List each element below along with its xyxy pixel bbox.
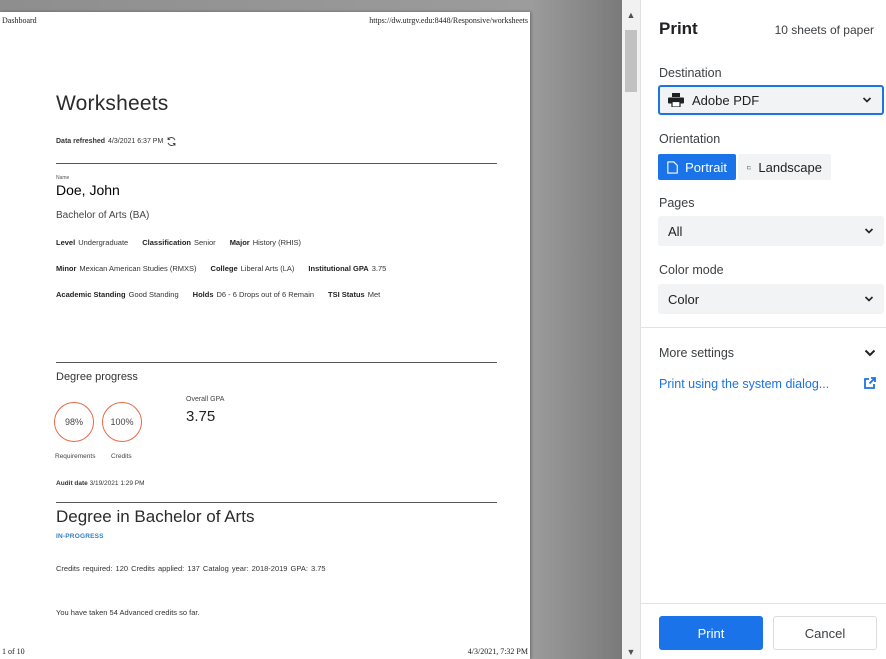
divider: [56, 502, 497, 503]
landscape-label: Landscape: [758, 159, 822, 175]
overall-gpa-label: Overall GPA: [186, 396, 225, 403]
credits-summary: Credits required: 120 Credits applied: 1…: [56, 564, 326, 573]
level-value: Undergraduate: [78, 238, 129, 247]
standing-value: Good Standing: [128, 290, 179, 299]
requirements-label: Requirements: [55, 453, 96, 460]
classification-value: Senior: [194, 238, 216, 247]
portrait-label: Portrait: [685, 159, 727, 175]
page-footer-left: 1 of 10: [2, 647, 25, 656]
chevron-down-icon: [862, 97, 872, 103]
orientation-label: Orientation: [659, 132, 721, 146]
chevron-down-icon[interactable]: [864, 347, 876, 359]
color-mode-label: Color mode: [659, 263, 724, 277]
pages-value: All: [668, 223, 683, 239]
cancel-button[interactable]: Cancel: [773, 616, 877, 650]
student-name: Doe, John: [56, 182, 120, 198]
info-row: Minor Mexican American Studies (RMXS) Col…: [56, 264, 386, 273]
chevron-down-icon: [864, 296, 874, 302]
college-label: College: [210, 264, 238, 273]
preview-scrollbar[interactable]: ▲ ▼: [622, 0, 640, 659]
audit-date-label: Audit date: [56, 480, 88, 487]
holds-value: D6 - 6 Drops out of 6 Remain: [216, 290, 315, 299]
scroll-up-arrow-icon[interactable]: ▲: [622, 10, 640, 20]
info-row: Academic Standing Good Standing Holds D6 -…: [56, 290, 380, 299]
audit-date-value: 3/19/2021 1:29 PM: [89, 480, 145, 487]
holds-label: Holds: [192, 290, 214, 299]
page-header-left: Dashboard: [2, 16, 37, 25]
scrollbar-thumb[interactable]: [625, 30, 637, 92]
data-refreshed: Data refreshed 4/3/2021 6:37 PM: [56, 136, 177, 147]
chevron-down-icon: [864, 228, 874, 234]
destination-label: Destination: [659, 66, 722, 80]
data-refreshed-value: 4/3/2021 6:37 PM: [108, 138, 164, 145]
audit-date: Audit date 3/19/2021 1:29 PM: [56, 480, 145, 487]
classification-label: Classification: [142, 238, 191, 247]
pages-select[interactable]: All: [658, 216, 884, 246]
standing-label: Academic Standing: [56, 290, 126, 299]
print-title: Print: [659, 19, 698, 38]
degree-progress-title: Degree progress: [56, 371, 138, 383]
advanced-credits-note: You have taken 54 Advanced credits so fa…: [56, 608, 200, 617]
level-label: Level: [56, 238, 76, 247]
credits-label: Credits: [111, 453, 132, 460]
divider: [641, 603, 886, 604]
status-badge: IN-PROGRESS: [56, 533, 104, 540]
credits-progress-ring: 100%: [102, 402, 142, 442]
tsi-label: TSI Status: [328, 290, 365, 299]
data-refreshed-label: Data refreshed: [56, 138, 106, 145]
open-external-icon[interactable]: [863, 377, 876, 390]
overall-gpa-value: 3.75: [186, 408, 216, 425]
college-value: Liberal Arts (LA): [240, 264, 295, 273]
system-dialog-link[interactable]: Print using the system dialog...: [659, 377, 829, 391]
more-settings-toggle[interactable]: More settings: [659, 346, 734, 360]
sheet-count: 10 sheets of paper: [774, 23, 874, 37]
page-title: Worksheets: [56, 92, 169, 115]
portrait-button[interactable]: Portrait: [658, 154, 736, 180]
print-settings-panel: Print 10 sheets of paper Destination Ado…: [640, 0, 886, 659]
printer-icon: [668, 93, 684, 107]
info-row: Level Undergraduate Classification Senior …: [56, 238, 301, 247]
scroll-down-arrow-icon[interactable]: ▼: [622, 647, 640, 657]
pages-label: Pages: [659, 196, 695, 210]
divider: [56, 163, 497, 164]
institutional-gpa-label: Institutional GPA: [308, 264, 369, 273]
landscape-page-icon: [747, 165, 752, 169]
portrait-page-icon: [667, 160, 678, 174]
color-mode-value: Color: [668, 291, 700, 307]
requirements-progress-ring: 98%: [54, 402, 94, 442]
minor-value: Mexican American Studies (RMXS): [79, 264, 197, 273]
preview-page: Dashboard https://dw.utrgv.edu:8448/Resp…: [0, 12, 530, 659]
refresh-icon: [167, 137, 176, 146]
name-label: Name: [56, 175, 70, 181]
institutional-gpa-value: 3.75: [371, 264, 387, 273]
divider: [56, 362, 497, 363]
color-mode-select[interactable]: Color: [658, 284, 884, 314]
major-label: Major: [229, 238, 250, 247]
tsi-value: Met: [367, 290, 381, 299]
major-value: History (RHIS): [252, 238, 302, 247]
degree-title: Degree in Bachelor of Arts: [56, 507, 255, 526]
print-button[interactable]: Print: [659, 616, 763, 650]
minor-label: Minor: [56, 264, 77, 273]
page-footer-right: 4/3/2021, 7:32 PM: [467, 647, 528, 656]
page-header-url: https://dw.utrgv.edu:8448/Responsive/wor…: [369, 16, 528, 25]
landscape-button[interactable]: Landscape: [738, 154, 831, 180]
degree-name: Bachelor of Arts (BA): [56, 210, 150, 221]
divider: [641, 327, 886, 328]
print-preview-area: Dashboard https://dw.utrgv.edu:8448/Resp…: [0, 0, 622, 659]
destination-select[interactable]: Adobe PDF: [658, 85, 884, 115]
destination-value: Adobe PDF: [692, 92, 760, 108]
